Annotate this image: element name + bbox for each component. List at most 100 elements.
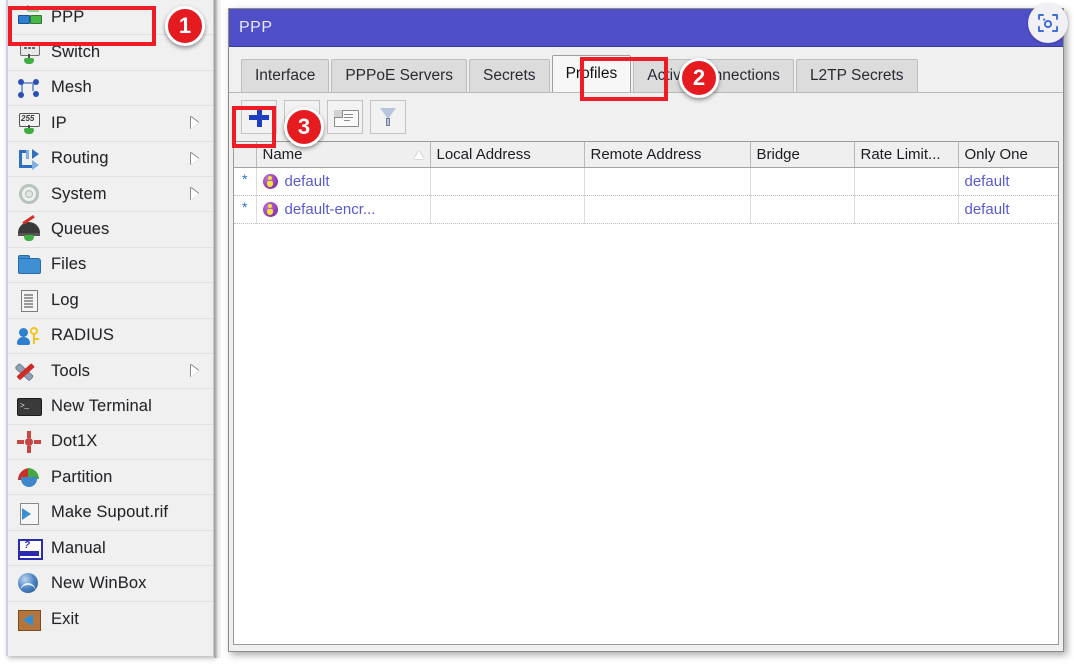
tab-pppoe-servers[interactable]: PPPoE Servers [331,59,467,92]
system-gear-icon [16,182,42,206]
winbox-sidebar-menu: PPP Switch Mesh 255 IP Routing System Qu… [6,0,214,656]
sidebar-item-make-supout[interactable]: Make Supout.rif [8,495,213,531]
cell-name[interactable]: default-encr... [256,195,431,224]
cell-text: default [284,173,330,190]
comment-button[interactable] [327,100,363,134]
table-row[interactable]: * default-encr... default [234,195,1058,224]
camera-frame-icon [1038,14,1058,32]
sidebar-item-partition[interactable]: Partition [8,460,213,496]
sidebar-item-dot1x[interactable]: Dot1X [8,425,213,461]
winbox-globe-icon [16,571,42,595]
column-header-remote-address[interactable]: Remote Address [584,142,751,168]
cell-local-address[interactable] [430,167,585,196]
column-header-local-address[interactable]: Local Address [430,142,585,168]
tab-profiles[interactable]: Profiles [551,55,632,92]
cell-local-address[interactable] [430,195,585,224]
cell-rate-limit[interactable] [854,195,959,224]
step-badge-2: 2 [679,58,719,98]
sidebar-item-exit[interactable]: Exit [8,602,213,637]
profile-icon [262,202,278,217]
sidebar-item-radius[interactable]: RADIUS [8,319,213,354]
log-icon [16,288,42,313]
queues-icon [16,214,42,242]
sidebar-item-files[interactable]: Files [8,248,213,284]
sidebar-item-routing[interactable]: Routing [8,142,213,177]
sidebar-item-ip[interactable]: 255 IP [8,106,213,142]
tab-l2tp-secrets[interactable]: L2TP Secrets [795,59,918,92]
mesh-icon [16,76,42,100]
column-header-only-one[interactable]: Only One [958,142,1058,168]
sidebar-item-system[interactable]: System [8,177,213,213]
window-toolbar [229,93,1063,141]
sidebar-item-label: Files [51,255,87,274]
cell-rate-limit[interactable] [854,167,959,196]
cell-remote-address[interactable] [584,167,751,196]
sidebar-item-mesh[interactable]: Mesh [8,71,213,107]
column-label: Remote Address [590,146,702,163]
exit-icon [16,607,42,632]
terminal-icon: >_ [16,394,42,418]
cell-only-one[interactable]: default [958,168,1058,196]
sidebar-item-label: New Terminal [51,396,152,415]
column-header-name[interactable]: Name [256,142,431,168]
window-titlebar[interactable]: PPP [229,9,1063,47]
badge-number: 2 [692,65,706,90]
tab-secrets[interactable]: Secrets [469,59,550,92]
badge-number: 1 [178,13,192,38]
ppp-window: PPP Interface PPPoE Servers Secrets Prof… [228,8,1064,652]
tab-label: Secrets [483,67,536,84]
tools-icon [14,359,42,383]
chevron-right-icon [191,188,199,201]
column-label: Local Address [436,146,531,163]
column-label: Rate Limit... [860,146,941,163]
default-flag-icon: * [242,171,248,187]
cell-bridge[interactable] [750,195,855,224]
sidebar-item-queues[interactable]: Queues [8,212,213,248]
sidebar-item-log[interactable]: Log [8,283,213,319]
step-badge-3: 3 [284,107,324,147]
cell-name[interactable]: default [256,167,431,196]
profiles-table-container[interactable]: Name Local Address Remote Address Bridge [233,141,1059,645]
cell-bridge[interactable] [750,167,855,196]
sidebar-item-label: Mesh [51,78,92,97]
column-header-flag[interactable] [234,142,257,168]
sidebar-item-new-winbox[interactable]: New WinBox [8,566,213,602]
cell-remote-address[interactable] [584,195,751,224]
tab-label: Interface [255,67,316,84]
row-flag-cell: * [234,167,257,196]
table-row[interactable]: * default default [234,167,1058,196]
folder-icon [16,253,42,277]
chevron-right-icon [191,365,199,378]
ppp-icon [16,5,42,29]
sidebar-item-label: Partition [51,467,113,486]
column-header-bridge[interactable]: Bridge [750,142,855,168]
screenshot-capture-icon[interactable] [1028,3,1068,43]
sidebar-item-label: Make Supout.rif [51,503,169,522]
sidebar-item-label: Tools [51,361,91,380]
column-header-rate-limit[interactable]: Rate Limit... [854,142,959,168]
table-header-row: Name Local Address Remote Address Bridge [234,142,1058,168]
profiles-table: Name Local Address Remote Address Bridge [234,142,1058,224]
sidebar-item-label: Exit [51,609,79,628]
cell-only-one[interactable]: default [958,196,1058,224]
sidebar-item-tools[interactable]: Tools [8,354,213,390]
default-flag-icon: * [242,199,248,215]
sidebar-item-manual[interactable]: ? Manual [8,531,213,567]
tab-interface[interactable]: Interface [241,59,330,92]
dot1x-icon [16,430,42,454]
ip-icon: 255 [16,111,42,135]
screenshot-root: PPP Switch Mesh 255 IP Routing System Qu… [0,0,1074,664]
step-badge-1: 1 [165,6,205,46]
sidebar-item-label: Queues [51,220,110,239]
funnel-icon [379,108,397,126]
filter-button[interactable] [370,100,406,134]
column-label: Bridge [756,146,800,163]
sidebar-item-new-terminal[interactable]: >_ New Terminal [8,389,213,425]
add-button[interactable] [241,100,277,134]
tab-label: PPPoE Servers [345,67,453,84]
profile-icon [262,174,278,189]
switch-icon [16,41,42,65]
chevron-right-icon [191,117,199,130]
sidebar-item-label: IP [51,113,67,132]
supout-file-icon [16,501,42,525]
